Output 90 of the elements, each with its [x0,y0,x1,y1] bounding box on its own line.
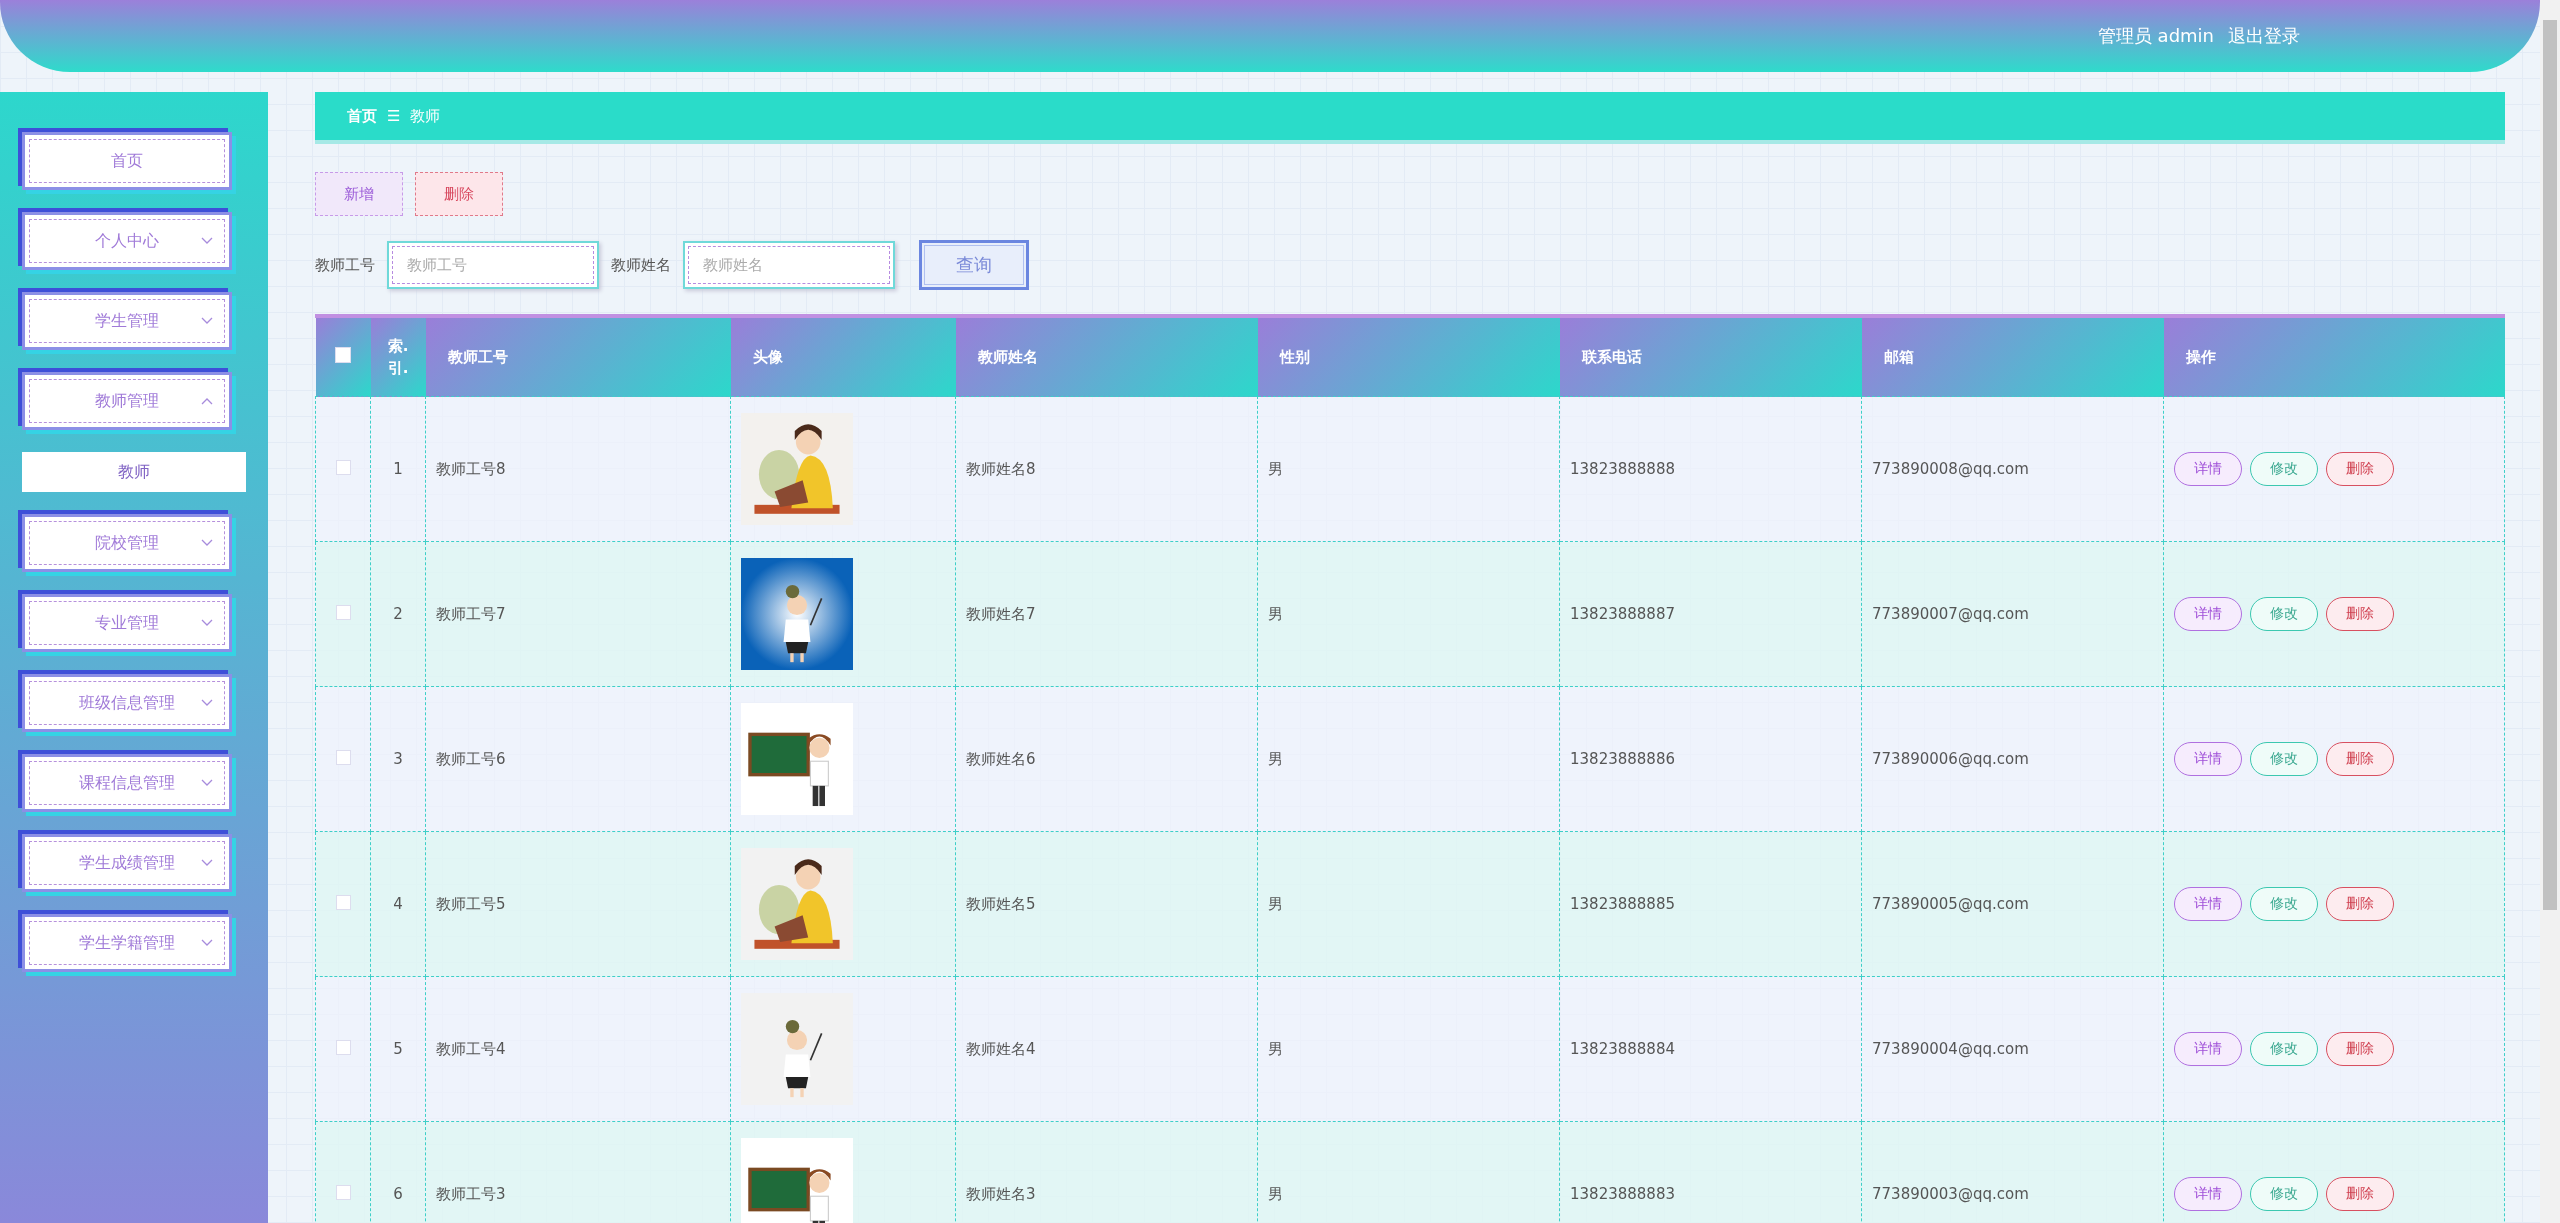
input-field[interactable]: 教师工号 [387,241,599,289]
table-cell: 773890008@qq.com [1872,460,2029,478]
row-checkbox[interactable] [335,604,351,620]
table-cell: 教师姓名6 [966,749,1036,768]
scrollbar-thumb[interactable] [2543,20,2557,910]
table-cell: 男 [1268,459,1283,478]
row-checkbox[interactable] [335,1039,351,1055]
delete-button[interactable]: 删除 [2326,597,2394,631]
chevron-icon [201,939,213,947]
search-button[interactable]: 查询 [919,240,1029,290]
add-button[interactable]: 新增 [315,172,403,216]
logout-link[interactable]: 退出登录 [2228,24,2300,48]
table-cell: 13823888888 [1570,460,1675,478]
table-cell: 773890004@qq.com [1872,1040,2029,1058]
table-cell: 男 [1268,749,1283,768]
submenu-item[interactable]: 教师 [22,452,246,492]
table-cell: 教师姓名7 [966,604,1036,623]
detail-button[interactable]: 详情 [2174,1177,2242,1211]
table-cell: 教师姓名3 [966,1184,1036,1203]
table-cell: 教师姓名5 [966,894,1036,913]
input-field[interactable]: 教师姓名 [683,241,895,289]
detail-button[interactable]: 详情 [2174,597,2242,631]
chevron-icon [201,859,213,867]
delete-button[interactable]: 删除 [2326,1177,2394,1211]
user-label: 管理员 admin [2097,24,2214,48]
table-cell: 773890006@qq.com [1872,750,2029,768]
table-cell: 3 [393,750,403,768]
edit-button[interactable]: 修改 [2250,452,2318,486]
chevron-icon [201,779,213,787]
chevron-icon [201,397,213,405]
delete-button[interactable]: 删除 [2326,1032,2394,1066]
table-cell: 13823888885 [1570,895,1675,913]
row-checkbox[interactable] [335,459,351,475]
table-cell: 教师工号8 [436,459,506,478]
field-label: 教师工号 [315,255,375,275]
table-cell: 773890007@qq.com [1872,605,2029,623]
table-cell: 773890003@qq.com [1872,1185,2029,1203]
edit-button[interactable]: 修改 [2250,1177,2318,1211]
table-cell: 教师工号5 [436,894,506,913]
column-header: 联系电话 [1581,347,1642,366]
table-cell: 4 [393,895,403,913]
chevron-icon [201,237,213,245]
chevron-icon [201,699,213,707]
edit-button[interactable]: 修改 [2250,597,2318,631]
row-checkbox[interactable] [335,1184,351,1200]
table-cell: 13823888886 [1570,750,1675,768]
table-cell: 13823888887 [1570,605,1675,623]
chevron-icon [201,317,213,325]
table-cell: 5 [393,1040,403,1058]
table-cell: 6 [393,1185,403,1203]
detail-button[interactable]: 详情 [2174,1032,2242,1066]
chevron-icon [201,619,213,627]
table-cell: 教师工号7 [436,604,506,623]
breadcrumb-separator: ☰ [387,107,401,125]
table-cell: 男 [1268,894,1283,913]
column-header: 教师工号 [447,347,508,366]
table-cell: 13823888883 [1570,1185,1675,1203]
table-cell: 男 [1268,1039,1283,1058]
select-all-checkbox[interactable] [335,347,351,363]
table-cell: 教师姓名4 [966,1039,1036,1058]
edit-button[interactable]: 修改 [2250,1032,2318,1066]
table-cell: 教师工号6 [436,749,506,768]
delete-button[interactable]: 删除 [2326,452,2394,486]
field-label: 教师姓名 [611,255,671,275]
column-header: 邮箱 [1883,347,1914,366]
table-cell: 2 [393,605,403,623]
table-cell: 男 [1268,604,1283,623]
column-header: 操作 [2185,347,2216,366]
detail-button[interactable]: 详情 [2174,742,2242,776]
edit-button[interactable]: 修改 [2250,887,2318,921]
delete-button[interactable]: 删除 [415,172,503,216]
column-header: 性别 [1279,347,1310,366]
table-cell: 773890005@qq.com [1872,895,2029,913]
table-cell: 男 [1268,1184,1283,1203]
delete-button[interactable]: 删除 [2326,887,2394,921]
row-checkbox[interactable] [335,894,351,910]
column-header: 教师姓名 [977,347,1038,366]
table-cell: 1 [393,460,403,478]
edit-button[interactable]: 修改 [2250,742,2318,776]
detail-button[interactable]: 详情 [2174,887,2242,921]
column-header: 索.引. [386,335,410,379]
table-cell: 13823888884 [1570,1040,1675,1058]
chevron-icon [201,539,213,547]
row-checkbox[interactable] [335,749,351,765]
detail-button[interactable]: 详情 [2174,452,2242,486]
column-header: 头像 [752,347,783,366]
delete-button[interactable]: 删除 [2326,742,2394,776]
table-cell: 教师姓名8 [966,459,1036,478]
table-cell: 教师工号3 [436,1184,506,1203]
table-cell: 教师工号4 [436,1039,506,1058]
